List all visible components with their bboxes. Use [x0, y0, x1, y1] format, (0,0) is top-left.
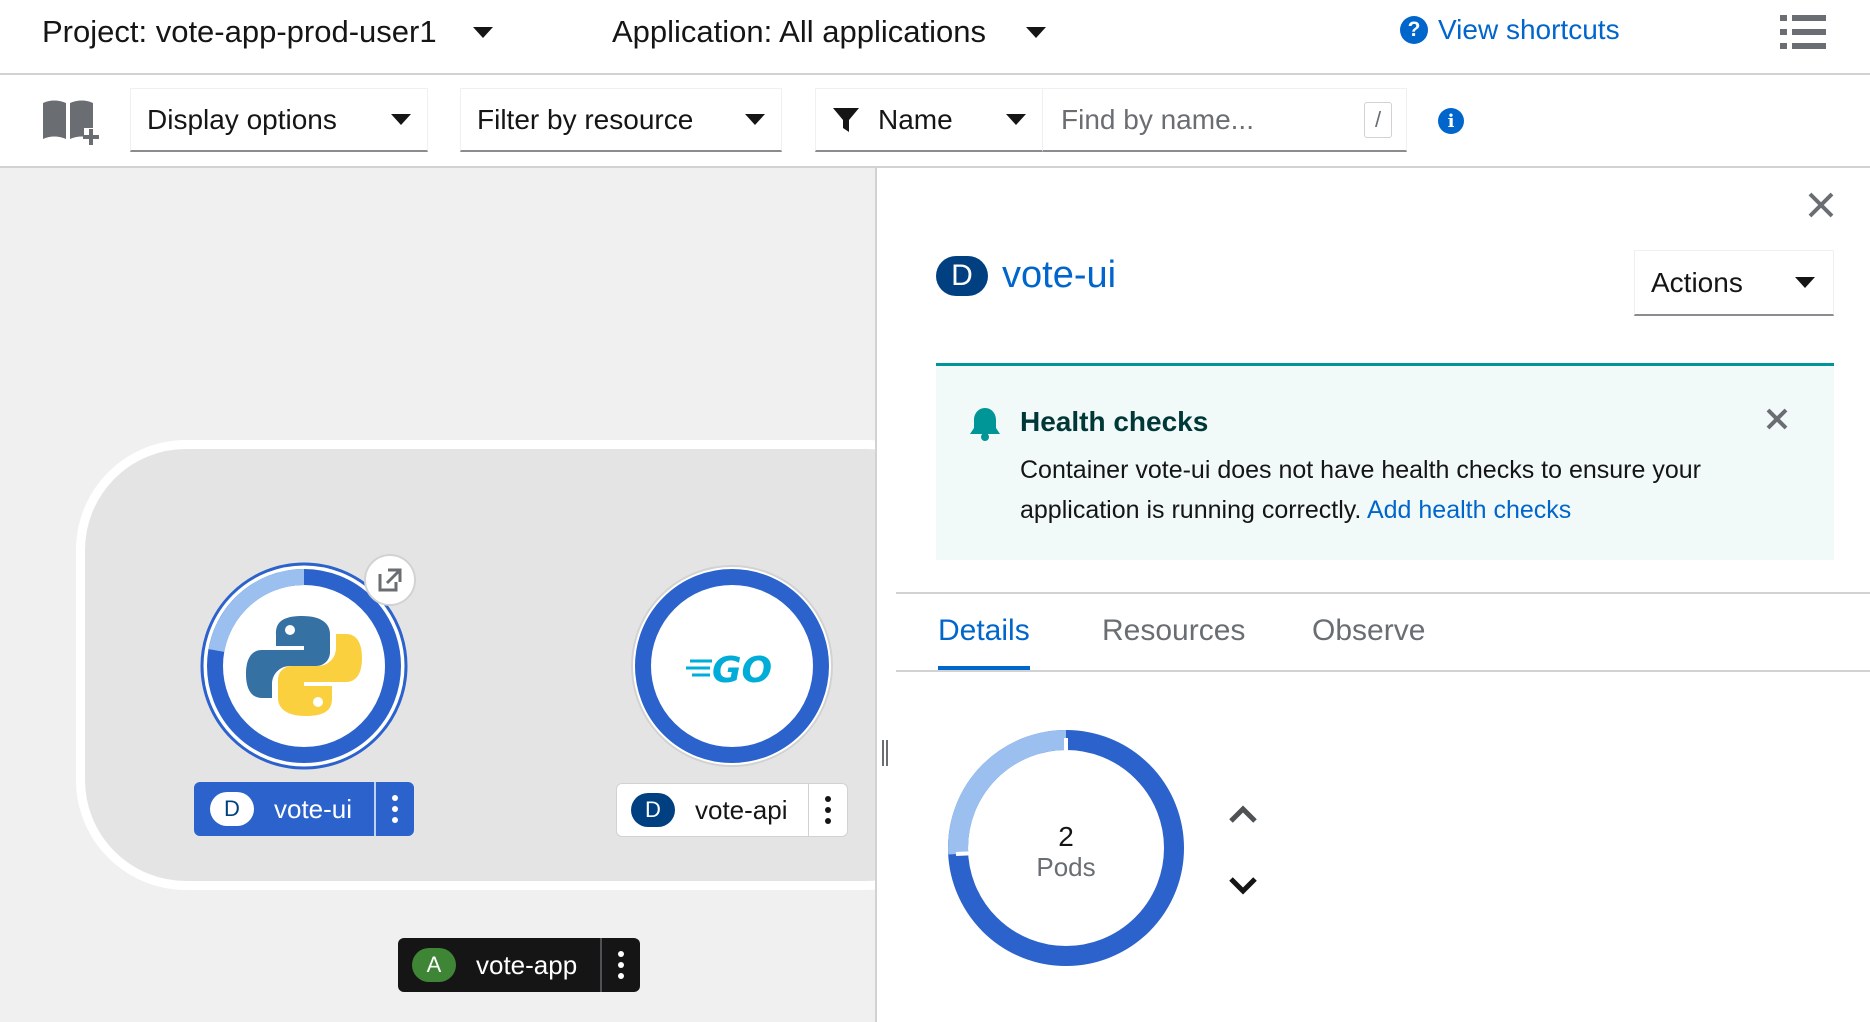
- vote-api-node[interactable]: GO: [628, 562, 836, 770]
- vote-api-node-name: vote-api: [695, 794, 788, 825]
- tab-resources[interactable]: Resources: [1102, 614, 1245, 670]
- view-shortcuts-link[interactable]: ? View shortcuts: [1400, 14, 1620, 46]
- tab-observe[interactable]: Observe: [1312, 614, 1425, 670]
- actions-dropdown[interactable]: Actions: [1634, 250, 1834, 316]
- view-shortcuts-label: View shortcuts: [1438, 14, 1620, 45]
- caret-down-icon: [745, 114, 765, 125]
- application-selector[interactable]: Application: All applications: [612, 12, 1046, 52]
- alert-title: Health checks: [1020, 406, 1209, 437]
- panel-resize-handle[interactable]: [881, 740, 889, 766]
- vote-api-kebab-menu[interactable]: [809, 783, 847, 837]
- project-selector[interactable]: Project: vote-app-prod-user1: [42, 12, 493, 52]
- label-divider: [374, 782, 376, 836]
- caret-down-icon: [1006, 114, 1026, 125]
- topology-canvas[interactable]: D vote-ui GO D vote-api A vote-app: [0, 168, 877, 1022]
- application-badge: A: [412, 948, 456, 982]
- vote-app-application-label[interactable]: A vote-app: [398, 938, 640, 992]
- actions-label: Actions: [1651, 266, 1743, 298]
- search-shortcut-hint: /: [1364, 102, 1392, 138]
- side-panel: D vote-ui Actions Health checks Containe…: [896, 168, 1870, 1022]
- find-by-name-field: /: [1043, 88, 1407, 152]
- bell-icon: [970, 408, 1000, 441]
- scale-down-chevron-icon[interactable]: [1226, 874, 1260, 898]
- add-to-project-book-icon[interactable]: [40, 95, 100, 149]
- filter-type-dropdown[interactable]: Name: [815, 88, 1043, 152]
- vote-app-kebab-menu[interactable]: [602, 938, 640, 992]
- pod-label: Pods: [1036, 852, 1095, 882]
- deployment-badge: D: [936, 255, 988, 296]
- pod-status-donut: 2 Pods: [948, 730, 1184, 966]
- panel-title: D vote-ui: [936, 254, 1116, 297]
- display-options-dropdown[interactable]: Display options: [130, 88, 428, 152]
- filter-type-label: Name: [878, 103, 953, 135]
- scale-up-chevron-icon[interactable]: [1226, 802, 1260, 826]
- filter-by-resource-dropdown[interactable]: Filter by resource: [460, 88, 782, 152]
- vote-app-name: vote-app: [476, 949, 578, 980]
- toolbar: Display options Filter by resource Name …: [0, 75, 1870, 168]
- vote-ui-kebab-menu[interactable]: [376, 782, 414, 836]
- question-circle-icon: ?: [1400, 16, 1428, 44]
- close-panel-icon[interactable]: [1804, 188, 1838, 222]
- project-selector-label: Project: vote-app-prod-user1: [42, 14, 437, 49]
- close-alert-icon[interactable]: [1764, 406, 1790, 432]
- filter-funnel-icon: [833, 107, 859, 132]
- add-health-checks-link[interactable]: Add health checks: [1367, 496, 1571, 524]
- vote-ui-node-name: vote-ui: [274, 793, 353, 824]
- panel-tabs: Details Resources Observe: [896, 592, 1870, 672]
- caret-down-icon: [1795, 277, 1815, 288]
- alert-message: Container vote-ui does not have health c…: [1020, 456, 1701, 524]
- caret-down-icon: [1025, 26, 1046, 38]
- application-selector-label: Application: All applications: [612, 14, 986, 49]
- deployment-badge: D: [210, 792, 254, 826]
- vote-api-node-label[interactable]: D vote-api: [616, 783, 848, 837]
- find-by-name-input[interactable]: [1061, 103, 1351, 136]
- vote-ui-node-label[interactable]: D vote-ui: [194, 782, 414, 836]
- alert-body: Container vote-ui does not have health c…: [1020, 450, 1780, 530]
- info-circle-icon[interactable]: i: [1438, 108, 1464, 134]
- health-checks-alert: Health checks Container vote-ui does not…: [936, 363, 1834, 560]
- filter-by-resource-label: Filter by resource: [477, 103, 694, 135]
- open-url-icon[interactable]: [362, 552, 418, 608]
- top-bar: Project: vote-app-prod-user1 Application…: [0, 0, 1870, 75]
- svg-text:GO: GO: [712, 650, 772, 691]
- caret-down-icon: [472, 26, 493, 38]
- tab-details[interactable]: Details: [938, 614, 1030, 670]
- caret-down-icon: [391, 114, 411, 125]
- resource-name-link[interactable]: vote-ui: [1002, 254, 1116, 297]
- display-options-label: Display options: [147, 103, 337, 135]
- list-view-icon[interactable]: [1780, 14, 1826, 50]
- pod-count: 2: [1058, 821, 1074, 852]
- deployment-badge: D: [631, 793, 675, 827]
